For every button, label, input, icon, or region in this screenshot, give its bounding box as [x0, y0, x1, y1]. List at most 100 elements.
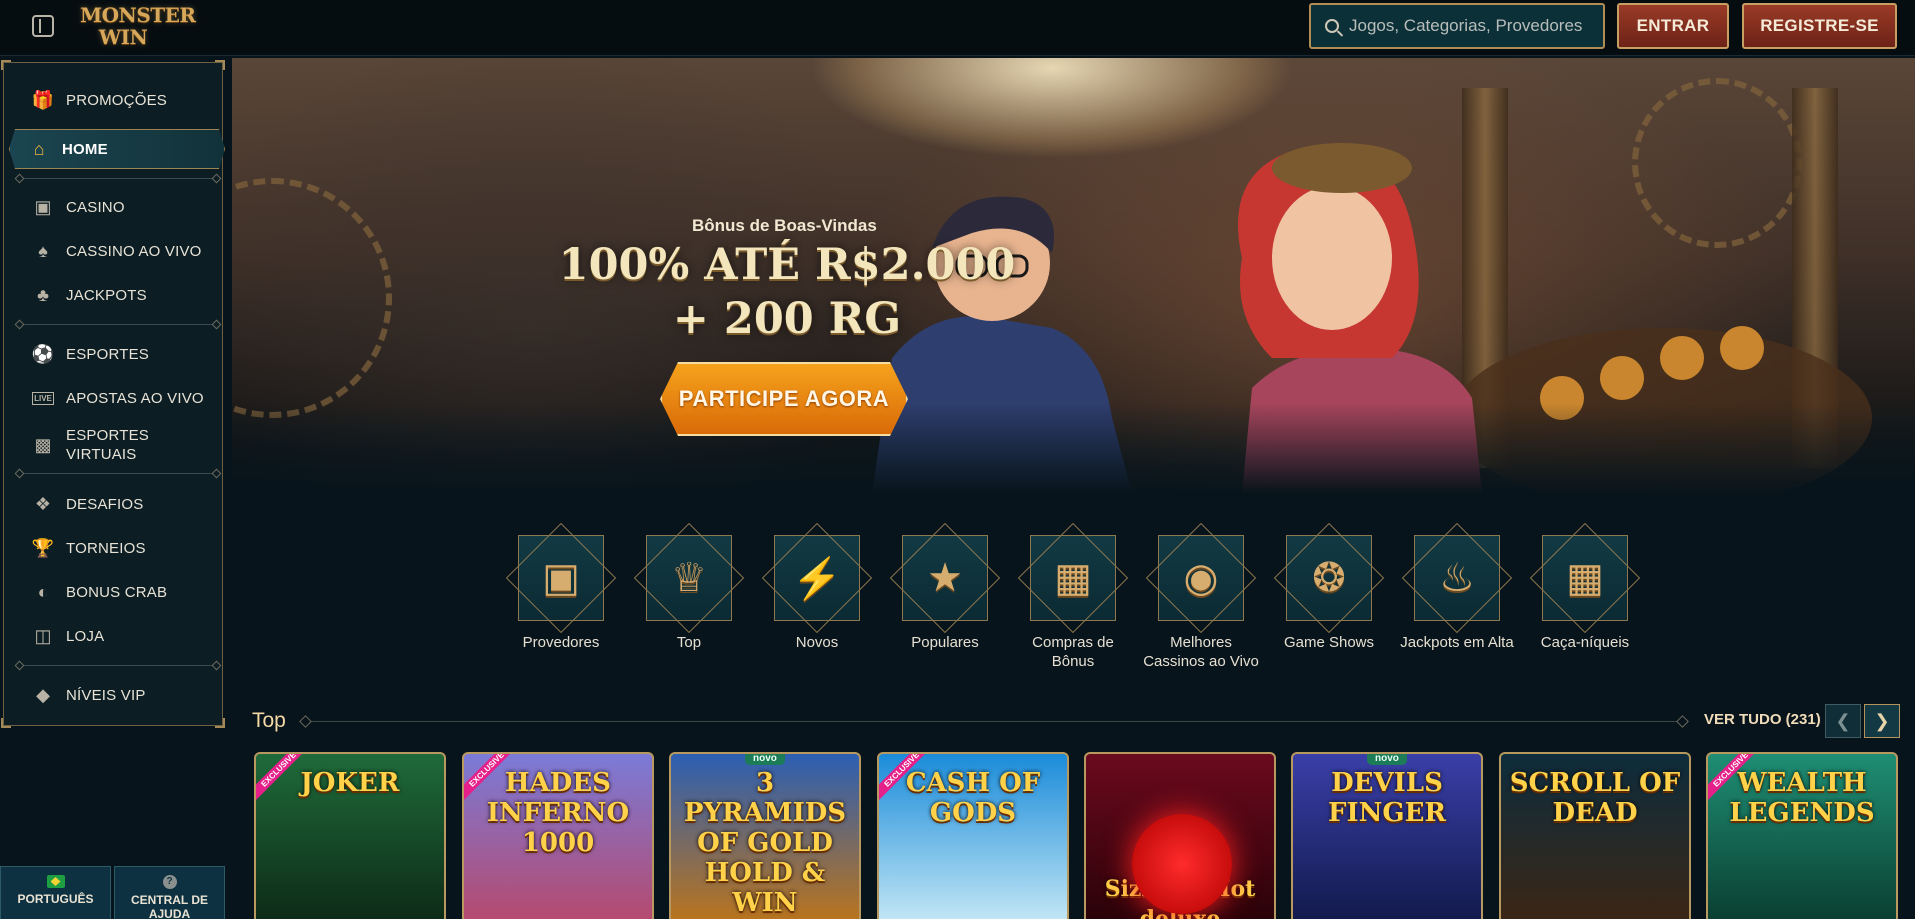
chip-icon: ◉: [1183, 556, 1219, 600]
top-bar: MONSTER WIN ENTRAR REGISTRE-SE: [0, 0, 1915, 56]
sidebar-item-jackpots[interactable]: ♣ JACKPOTS: [14, 276, 214, 314]
sidebar-item-niveis-vip[interactable]: ◆ NÍVEIS VIP: [14, 676, 214, 714]
frame-corner: [215, 60, 225, 70]
clover-icon: ♣: [37, 284, 49, 305]
sidebar-item-label: TORNEIOS: [66, 539, 146, 557]
category-icon-frame: ▦: [1030, 535, 1116, 621]
category-label: Game Shows: [1283, 634, 1375, 651]
game-title: HADES INFERNO 1000: [486, 768, 630, 858]
help-icon: ?: [162, 875, 177, 889]
wheel-icon: ❂: [1312, 556, 1346, 600]
frame-corner: [215, 718, 225, 728]
divider: [19, 665, 217, 666]
slot-icon: ▦: [1566, 556, 1604, 600]
category-label: Melhores Cassinos ao Vivo: [1143, 634, 1259, 670]
category-tile[interactable]: ◉ Melhores Cassinos ao Vivo: [1142, 535, 1260, 671]
sidebar-item-promocoes[interactable]: 🎁 PROMOÇÕES: [14, 81, 214, 119]
crab-icon: ◐: [37, 581, 49, 602]
logo-line2: WIN: [98, 25, 148, 49]
game-card[interactable]: Sizzling Hot deluxe: [1084, 752, 1276, 919]
search-box[interactable]: [1309, 3, 1605, 49]
category-tile[interactable]: ♨ Jackpots em Alta: [1398, 535, 1516, 652]
category-icon-frame: ♨: [1414, 535, 1500, 621]
brazil-flag-icon: [46, 875, 65, 888]
game-title: CASH OF GODS: [905, 768, 1041, 828]
challenge-icon: ❖: [34, 493, 52, 514]
login-button[interactable]: ENTRAR: [1617, 3, 1729, 49]
join-now-button[interactable]: PARTICIPE AGORA: [660, 362, 908, 436]
category-tile[interactable]: ★ Populares: [886, 535, 1004, 652]
divider: [19, 178, 217, 179]
game-card[interactable]: JOKER EXCLUSIVE: [254, 752, 446, 919]
category-tile[interactable]: ▦ Caça-níqueis: [1526, 535, 1644, 652]
hero-title: 100% ATÉ R$2.000 + 200 RG: [558, 240, 1016, 344]
live-icon: LIVE: [32, 391, 54, 405]
sidebar-item-torneios[interactable]: 🏆 TORNEIOS: [14, 529, 214, 567]
language-button[interactable]: PORTUGUÊS: [0, 866, 111, 919]
game-title: WEALTH LEGENDS: [1729, 768, 1875, 828]
sidebar-item-home[interactable]: ⌂ HOME: [9, 129, 225, 169]
next-arrow-icon[interactable]: ❯: [1864, 704, 1900, 738]
game-card[interactable]: WEALTH LEGENDS EXCLUSIVE: [1706, 752, 1898, 919]
help-label: CENTRAL DE AJUDA: [130, 893, 209, 919]
sidebar-item-esportes-virtuais[interactable]: ▩ ESPORTES VIRTUAIS: [14, 423, 214, 467]
sidebar-item-loja[interactable]: ◫ LOJA: [14, 617, 214, 655]
game-title: 3 PYRAMIDS OF GOLD HOLD & WIN: [683, 768, 847, 918]
slot-machine-icon: ▣: [34, 196, 52, 217]
sidebar-item-label: APOSTAS AO VIVO: [66, 389, 204, 407]
game-card[interactable]: 3 PYRAMIDS OF GOLD HOLD & WIN novo: [669, 752, 861, 919]
see-all-link[interactable]: VER TUDO (231): [1704, 711, 1821, 728]
category-label: Populares: [911, 634, 979, 651]
category-tile[interactable]: ▦ Compras de Bônus: [1014, 535, 1132, 671]
section-divider: [304, 721, 1684, 722]
category-icon-frame: ★: [902, 535, 988, 621]
divider: [19, 324, 217, 325]
game-card[interactable]: DEVILS FINGER novo: [1291, 752, 1483, 919]
sidebar-item-bonus-crab[interactable]: ◐ BONUS CRAB: [14, 573, 214, 611]
lightning-icon: ⚡: [792, 556, 842, 601]
category-tile[interactable]: ▣ Provedores: [502, 535, 620, 652]
sidebar: 🎁 PROMOÇÕES ⌂ HOME ▣ CASINO ♠ CASSINO AO…: [1, 60, 225, 728]
search-input[interactable]: [1349, 16, 1599, 36]
game-title: DEVILS FINGER: [1327, 768, 1446, 828]
sidebar-item-apostas-ao-vivo[interactable]: LIVE APOSTAS AO VIVO: [14, 379, 214, 417]
category-icon-frame: ⚡: [774, 535, 860, 621]
frame-corner: [1, 60, 11, 70]
category-icon-frame: ❂: [1286, 535, 1372, 621]
gift-icon: 🎁: [31, 89, 55, 110]
new-badge: novo: [1367, 754, 1407, 765]
register-button[interactable]: REGISTRE-SE: [1742, 3, 1897, 49]
frame-corner: [1, 718, 11, 728]
trophy-icon: 🏆: [31, 537, 55, 558]
sidebar-item-desafios[interactable]: ❖ DESAFIOS: [14, 485, 214, 523]
category-label: Top: [676, 634, 702, 651]
game-card[interactable]: CASH OF GODS EXCLUSIVE: [877, 752, 1069, 919]
virtual-sports-icon: ▩: [34, 434, 52, 455]
sidebar-item-label: ESPORTES VIRTUAIS: [66, 427, 150, 463]
cards-icon: ♠: [38, 240, 48, 261]
logo[interactable]: MONSTER WIN: [80, 4, 196, 50]
sidebar-item-label: BONUS CRAB: [66, 583, 168, 601]
sidebar-item-cassino-ao-vivo[interactable]: ♠ CASSINO AO VIVO: [14, 232, 214, 270]
sidebar-item-label: ESPORTES: [66, 345, 150, 363]
hero-banner[interactable]: Bônus de Boas-Vindas 100% ATÉ R$2.000 + …: [232, 58, 1915, 493]
crown-icon: ♕: [671, 556, 707, 600]
diamond-icon: ◆: [36, 684, 50, 705]
category-tile[interactable]: ⚡ Novos: [758, 535, 876, 652]
sidebar-item-casino[interactable]: ▣ CASINO: [14, 188, 214, 226]
game-card[interactable]: HADES INFERNO 1000 EXCLUSIVE: [462, 752, 654, 919]
prev-arrow-icon[interactable]: ❮: [1825, 704, 1861, 738]
category-tile[interactable]: ❂ Game Shows: [1270, 535, 1388, 652]
chest-icon: ▦: [1054, 556, 1092, 600]
category-label: Caça-níqueis: [1540, 634, 1630, 651]
help-center-button[interactable]: ? CENTRAL DE AJUDA: [114, 866, 225, 919]
divider: [19, 473, 217, 474]
sidebar-toggle-icon[interactable]: [32, 15, 54, 37]
sidebar-item-label: PROMOÇÕES: [66, 91, 167, 109]
sidebar-item-esportes[interactable]: ⚽ ESPORTES: [14, 335, 214, 373]
hero-subtitle: Bônus de Boas-Vindas: [692, 216, 877, 235]
category-tile[interactable]: ♕ Top: [630, 535, 748, 652]
game-card[interactable]: SCROLL OF DEAD: [1499, 752, 1691, 919]
sidebar-item-label: DESAFIOS: [66, 495, 144, 513]
category-label: Compras de Bônus: [1032, 634, 1114, 670]
